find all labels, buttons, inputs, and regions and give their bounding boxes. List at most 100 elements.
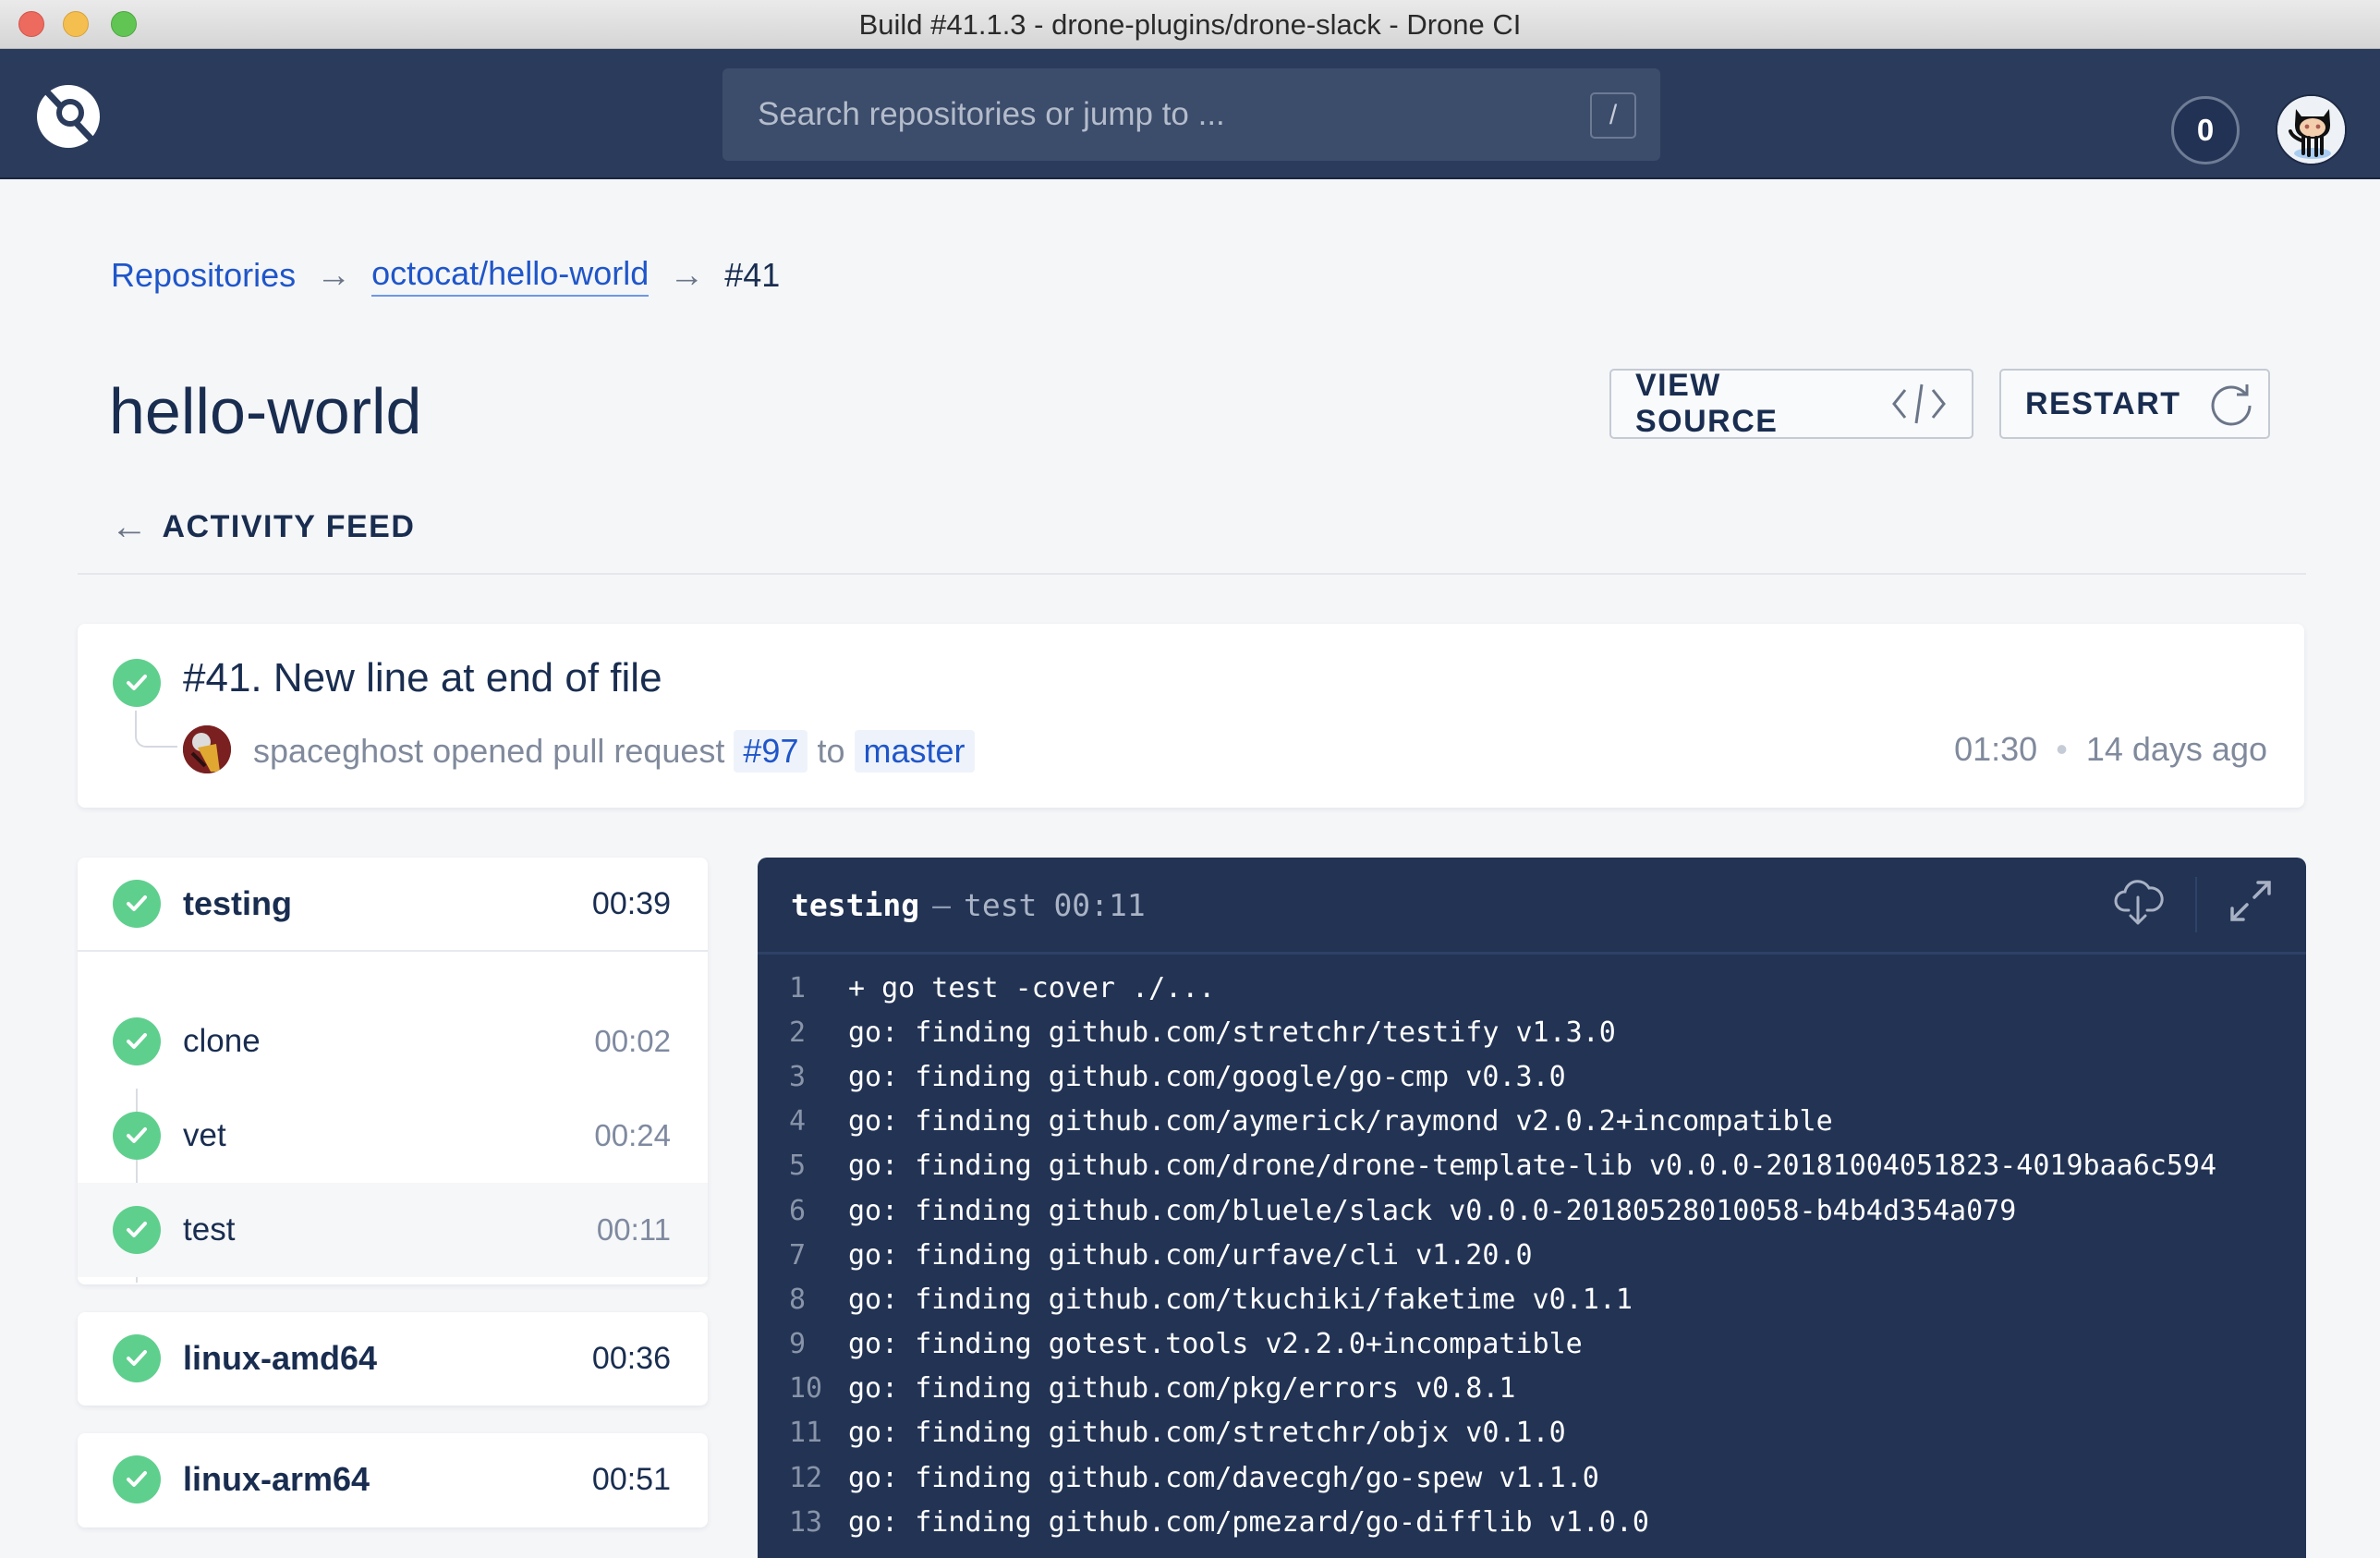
log-line-number[interactable]: 4 [758, 1105, 848, 1138]
window-title: Build #41.1.3 - drone-plugins/drone-slac… [858, 8, 1522, 41]
restart-button[interactable]: RESTART [1999, 369, 2270, 439]
step-name: test [183, 1211, 236, 1248]
build-meta: spaceghost opened pull request #97 to ma… [253, 730, 984, 773]
window-titlebar: Build #41.1.3 - drone-plugins/drone-slac… [0, 0, 2380, 49]
step-duration: 00:11 [596, 1212, 671, 1247]
step-duration: 00:24 [594, 1118, 671, 1152]
success-check-icon [113, 1455, 161, 1503]
page-title: hello-world [109, 375, 422, 447]
log-line: 5 go: finding github.com/drone/drone-temp… [758, 1144, 2306, 1188]
log-line-text: go: finding gotest.tools v2.2.0+incompat… [848, 1328, 1583, 1361]
breadcrumb-repo[interactable]: octocat/hello-world [371, 254, 650, 297]
notification-count-badge[interactable]: 0 [2171, 96, 2240, 164]
success-check-icon [113, 1334, 161, 1382]
pull-request-link[interactable]: #97 [734, 730, 808, 773]
log-line: 12 go: finding github.com/davecgh/go-spew… [758, 1455, 2306, 1500]
log-line-number[interactable]: 1 [758, 972, 848, 1004]
step-item-clone[interactable]: clone 00:02 [78, 994, 708, 1089]
log-line-number[interactable]: 7 [758, 1239, 848, 1272]
branch-link[interactable]: master [854, 730, 975, 773]
stage-header[interactable]: testing 00:39 [78, 858, 708, 950]
breadcrumb-arrow-icon: → [316, 255, 352, 295]
log-step-time: 00:11 [1053, 886, 1146, 923]
success-check-icon [113, 880, 161, 928]
log-line: 8 go: finding github.com/tkuchiki/faketim… [758, 1277, 2306, 1321]
log-line-number[interactable]: 12 [758, 1462, 848, 1494]
log-line-text: go: finding github.com/urfave/cli v1.20.… [848, 1238, 1533, 1272]
stage-header[interactable]: linux-amd64 00:36 [78, 1312, 708, 1405]
activity-feed-link[interactable]: ← ACTIVITY FEED [111, 506, 415, 548]
drone-logo-icon[interactable] [33, 79, 103, 150]
log-line-text: go: finding github.com/stretchr/objx v0.… [848, 1417, 1566, 1450]
log-line-text: go: finding github.com/google/go-cmp v0.… [848, 1060, 1566, 1093]
stage-duration: 00:36 [591, 1340, 671, 1376]
breadcrumb-arrow-icon: → [669, 255, 705, 295]
log-line-number[interactable]: 8 [758, 1284, 848, 1316]
tool-separator [2195, 877, 2197, 932]
build-time: 01:30 • 14 days ago [1954, 730, 2267, 769]
log-line-number[interactable]: 3 [758, 1061, 848, 1093]
log-line: 6 go: finding github.com/bluele/slack v0.… [758, 1188, 2306, 1233]
success-check-icon [113, 659, 161, 707]
stage-name: linux-arm64 [183, 1460, 370, 1498]
stage-card-testing: testing 00:39 clone 00:02 vet 00:24 test… [78, 858, 708, 1284]
breadcrumb-repositories[interactable]: Repositories [111, 256, 296, 295]
stage-name: testing [183, 884, 293, 922]
activity-feed-label: ACTIVITY FEED [162, 509, 416, 544]
build-author: spaceghost [253, 732, 424, 770]
log-line-number[interactable]: 5 [758, 1150, 848, 1182]
stage-header[interactable]: linux-arm64 00:51 [78, 1433, 708, 1526]
log-line: 9 go: finding gotest.tools v2.2.0+incompa… [758, 1322, 2306, 1367]
step-duration: 00:02 [594, 1024, 671, 1058]
build-action: opened pull request [432, 732, 725, 770]
log-output: 1 + go test -cover ./... 2 go: finding gith… [758, 955, 2306, 1544]
log-line-number[interactable]: 2 [758, 1016, 848, 1049]
log-line-number[interactable]: 11 [758, 1417, 848, 1449]
step-item-vet[interactable]: vet 00:24 [78, 1089, 708, 1183]
stage-name: linux-amd64 [183, 1339, 378, 1377]
success-check-icon [113, 1017, 161, 1065]
log-line: 3 go: finding github.com/google/go-cmp v0… [758, 1054, 2306, 1099]
log-line-number[interactable]: 6 [758, 1195, 848, 1227]
build-duration: 01:30 [1954, 730, 2038, 768]
log-stage-name: testing [791, 886, 920, 923]
log-line-text: go: finding github.com/pkg/errors v0.8.1 [848, 1372, 1516, 1406]
build-to-label: to [817, 732, 845, 770]
section-divider [78, 573, 2306, 575]
build-age: 14 days ago [2085, 730, 2267, 768]
success-check-icon [113, 1112, 161, 1160]
build-summary-card: #41. New line at end of file spaceghost … [78, 624, 2304, 808]
log-line-text: + go test -cover ./... [848, 971, 1216, 1004]
log-line-text: go: finding github.com/aymerick/raymond … [848, 1105, 1833, 1138]
log-line-text: go: finding github.com/tkuchiki/faketime… [848, 1283, 1633, 1316]
stage-duration: 00:39 [591, 885, 671, 921]
view-source-button[interactable]: VIEW SOURCE [1609, 368, 1973, 439]
expand-icon[interactable] [2228, 879, 2273, 931]
log-header: testing – test 00:11 [758, 858, 2306, 955]
log-line-number[interactable]: 9 [758, 1328, 848, 1360]
tree-connector [135, 711, 177, 748]
search-box[interactable]: / [722, 68, 1660, 161]
log-line: 10 go: finding github.com/pkg/errors v0.8… [758, 1367, 2306, 1411]
log-line-text: go: finding github.com/bluele/slack v0.0… [848, 1194, 2017, 1227]
log-line: 7 go: finding github.com/urfave/cli v1.20… [758, 1233, 2306, 1277]
cloud-download-icon[interactable] [2112, 875, 2164, 934]
log-line-text: go: finding github.com/pmezard/go-diffli… [848, 1505, 1649, 1539]
log-separator: – [932, 886, 951, 923]
stage-card-linux-amd64[interactable]: linux-amd64 00:36 [78, 1312, 708, 1406]
log-line-number[interactable]: 10 [758, 1372, 848, 1405]
log-line-number[interactable]: 13 [758, 1506, 848, 1539]
step-item-test[interactable]: test 00:11 [78, 1183, 708, 1277]
stage-card-linux-arm64[interactable]: linux-arm64 00:51 [78, 1433, 708, 1528]
log-line: 13 go: finding github.com/pmezard/go-diff… [758, 1500, 2306, 1544]
breadcrumb-build: #41 [724, 256, 781, 294]
code-icon [1890, 383, 1948, 425]
step-name: clone [183, 1023, 261, 1059]
search-shortcut-key: / [1590, 92, 1636, 139]
breadcrumb: Repositories → octocat/hello-world → #41 [111, 254, 780, 297]
search-input[interactable] [758, 68, 1571, 161]
user-avatar[interactable] [2276, 94, 2347, 165]
success-check-icon [113, 1206, 161, 1254]
refresh-icon [2209, 382, 2253, 426]
log-line-text: go: finding github.com/drone/drone-templ… [848, 1150, 2217, 1183]
